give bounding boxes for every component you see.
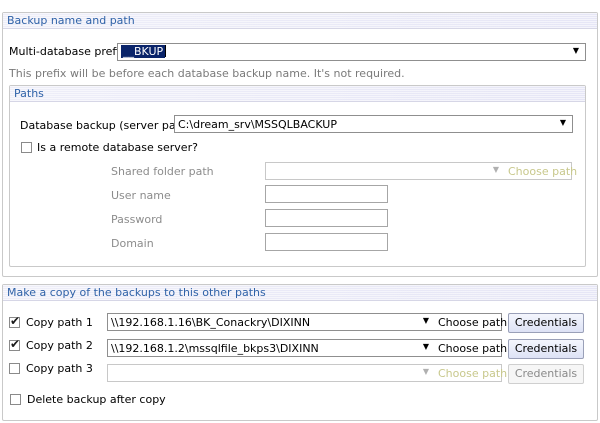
remote-server-label[interactable]: Is a remote database server? [37, 141, 198, 154]
shared-folder-combo[interactable]: ▼ Choose path [265, 162, 577, 180]
prefix-value: __BKUP [121, 45, 167, 58]
prefix-label: Multi-database prefix [9, 45, 126, 58]
credentials-button-2[interactable]: Credentials [508, 339, 584, 359]
chevron-down-icon[interactable]: ▼ [423, 342, 429, 351]
username-input[interactable] [265, 185, 388, 203]
checkmark-icon: ✔ [10, 314, 21, 328]
password-label: Password [111, 213, 163, 226]
username-label: User name [111, 189, 171, 202]
group-title: Backup name and path [7, 14, 135, 27]
copy-path-3-combo[interactable]: ▼ Choose path [107, 364, 507, 382]
group-header: Paths [10, 86, 585, 102]
copy-path-3-checkbox[interactable] [9, 363, 20, 374]
delete-after-copy-label[interactable]: Delete backup after copy [27, 393, 166, 406]
copy-path-2-combo[interactable]: \\192.168.1.2\mssqlfile_bkps3\DIXINN ▼ C… [107, 339, 507, 357]
copy-path-2-label[interactable]: Copy path 2 [26, 339, 93, 352]
copy-path-1-combo[interactable]: \\192.168.1.16\BK_Conackry\DIXINN ▼ Choo… [107, 313, 507, 331]
password-input[interactable] [265, 209, 388, 227]
checkmark-icon: ✔ [10, 337, 21, 351]
group-title: Paths [14, 87, 44, 100]
chevron-down-icon: ▼ [422, 367, 429, 376]
choose-path-button[interactable]: Choose path [438, 342, 507, 355]
prefix-hint: This prefix will be before each database… [9, 67, 405, 80]
group-header: Make a copy of the backups to this other… [3, 285, 597, 301]
domain-input[interactable] [265, 233, 388, 251]
db-backup-combo[interactable]: C:\dream_srv\MSSQLBACKUP ▼ [174, 115, 573, 133]
copy-path-1-checkbox[interactable]: ✔ [9, 314, 21, 328]
credentials-button-3[interactable]: Credentials [508, 364, 584, 384]
chevron-down-icon: ▼ [492, 165, 499, 174]
copy-path-1-label[interactable]: Copy path 1 [26, 316, 93, 329]
choose-path-button[interactable]: Choose path [438, 367, 507, 380]
remote-server-checkbox[interactable] [21, 142, 32, 153]
choose-path-button[interactable]: Choose path [508, 165, 577, 178]
shared-folder-label: Shared folder path [111, 165, 214, 178]
copy-path-2-value: \\192.168.1.2\mssqlfile_bkps3\DIXINN [111, 342, 319, 355]
group-header: Backup name and path [3, 13, 597, 29]
db-backup-label: Database backup (server path) [20, 119, 192, 132]
chevron-down-icon[interactable]: ▼ [423, 316, 429, 325]
choose-path-button[interactable]: Choose path [438, 316, 507, 329]
chevron-down-icon[interactable]: ▼ [573, 46, 579, 55]
group-title: Make a copy of the backups to this other… [7, 286, 266, 299]
copy-path-1-value: \\192.168.1.16\BK_Conackry\DIXINN [111, 316, 311, 329]
credentials-button-1[interactable]: Credentials [508, 313, 584, 333]
copy-path-3-label[interactable]: Copy path 3 [26, 362, 93, 375]
db-backup-value: C:\dream_srv\MSSQLBACKUP [178, 118, 337, 131]
copy-path-2-checkbox[interactable]: ✔ [9, 337, 21, 351]
chevron-down-icon[interactable]: ▼ [560, 118, 566, 127]
prefix-combo[interactable]: __BKUP ▼ [117, 43, 586, 61]
domain-label: Domain [111, 237, 154, 250]
delete-after-copy-checkbox[interactable] [10, 394, 21, 405]
